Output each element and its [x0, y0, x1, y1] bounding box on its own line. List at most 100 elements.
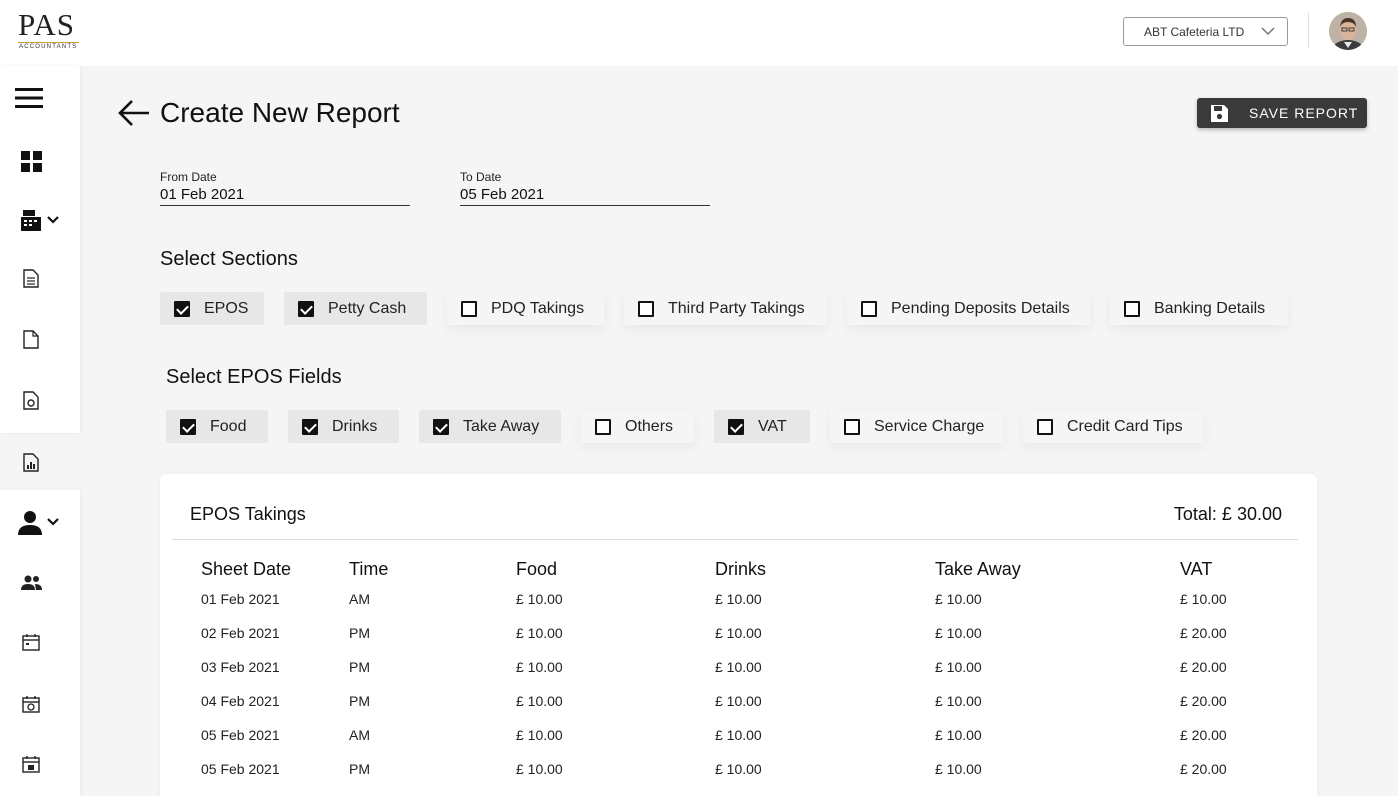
table-row: 01 Feb 2021 AM £ 10.00 £ 10.00 £ 10.00 £… — [160, 591, 1317, 625]
users-icon[interactable] — [20, 572, 42, 592]
checkbox-icon — [302, 418, 318, 435]
checkbox-icon — [861, 300, 877, 317]
to-date-label: To Date — [460, 170, 502, 184]
logo-underline — [18, 42, 79, 43]
cell-time: AM — [349, 727, 370, 743]
cell-time: PM — [349, 659, 370, 675]
save-icon — [1210, 104, 1229, 126]
chip-label: Service Charge — [874, 417, 985, 435]
table-row: 04 Feb 2021 PM £ 10.00 £ 10.00 £ 10.00 £… — [160, 693, 1317, 727]
chip-label: Third Party Takings — [668, 299, 805, 317]
chevron-down-icon — [1261, 24, 1275, 41]
field-credit-card-tips-checkbox[interactable]: Credit Card Tips — [1023, 410, 1203, 443]
to-date-field[interactable]: To Date 05 Feb 2021 — [460, 170, 710, 206]
column-header-take-away: Take Away — [935, 559, 1021, 579]
cell-food: £ 10.00 — [516, 693, 563, 709]
cell-vat: £ 20.00 — [1180, 727, 1227, 743]
to-date-input[interactable]: 05 Feb 2021 — [460, 186, 710, 206]
calendar-edit-icon[interactable] — [21, 754, 41, 774]
table-row: 05 Feb 2021 AM £ 10.00 £ 10.00 £ 10.00 £… — [160, 727, 1317, 761]
checkbox-icon — [174, 300, 190, 317]
logo[interactable]: PAS ACCOUNTANTS — [18, 7, 80, 54]
column-header-time: Time — [349, 559, 389, 579]
file-settings-icon[interactable] — [22, 390, 40, 410]
table-row: 05 Feb 2021 PM £ 10.00 £ 10.00 £ 10.00 £… — [160, 761, 1317, 795]
save-report-label: SAVE REPORT — [1249, 105, 1359, 121]
cell-food: £ 10.00 — [516, 625, 563, 641]
company-select[interactable]: ABT Cafeteria LTD — [1123, 17, 1288, 46]
cell-drinks: £ 10.00 — [715, 659, 762, 675]
cell-time: PM — [349, 625, 370, 641]
column-header-drinks: Drinks — [715, 559, 767, 579]
checkbox-icon — [728, 418, 744, 435]
logo-text: PAS — [18, 7, 76, 42]
select-epos-fields-title: Select EPOS Fields — [166, 366, 342, 388]
field-take-away-checkbox[interactable]: Take Away — [419, 410, 561, 443]
section-pending-deposits-checkbox[interactable]: Pending Deposits Details — [847, 292, 1090, 325]
chip-label: Take Away — [463, 417, 540, 435]
cell-vat: £ 20.00 — [1180, 693, 1227, 709]
section-banking-details-checkbox[interactable]: Banking Details — [1110, 292, 1288, 325]
save-report-button[interactable]: SAVE REPORT — [1197, 98, 1367, 128]
checkbox-icon — [595, 418, 611, 435]
field-others-checkbox[interactable]: Others — [581, 410, 694, 443]
user-icon[interactable] — [18, 510, 62, 536]
table-row: 03 Feb 2021 PM £ 10.00 £ 10.00 £ 10.00 £… — [160, 659, 1317, 693]
checkbox-icon — [844, 418, 860, 435]
section-pdq-takings-checkbox[interactable]: PDQ Takings — [447, 292, 604, 325]
column-header-vat: VAT — [1180, 559, 1213, 579]
cell-food: £ 10.00 — [516, 761, 563, 777]
chip-label: Petty Cash — [328, 299, 407, 317]
cell-sheet-date: 01 Feb 2021 — [201, 591, 280, 607]
cell-food: £ 10.00 — [516, 659, 563, 675]
cell-take-away: £ 10.00 — [935, 693, 982, 709]
section-petty-cash-checkbox[interactable]: Petty Cash — [284, 292, 427, 325]
chip-label: Others — [625, 417, 674, 435]
chip-label: EPOS — [204, 299, 249, 317]
dashboard-icon[interactable] — [20, 150, 42, 172]
sidebar-panel-primary — [0, 66, 80, 433]
section-third-party-takings-checkbox[interactable]: Third Party Takings — [624, 292, 827, 325]
section-epos-checkbox[interactable]: EPOS — [160, 292, 264, 325]
cell-take-away: £ 10.00 — [935, 727, 982, 743]
cash-register-icon[interactable] — [20, 208, 62, 232]
checkbox-icon — [1037, 418, 1053, 435]
cell-drinks: £ 10.00 — [715, 693, 762, 709]
chip-label: Drinks — [332, 417, 378, 435]
field-drinks-checkbox[interactable]: Drinks — [288, 410, 399, 443]
chip-label: Pending Deposits Details — [891, 299, 1070, 317]
cell-drinks: £ 10.00 — [715, 761, 762, 777]
cell-sheet-date: 03 Feb 2021 — [201, 659, 280, 675]
from-date-input[interactable]: 01 Feb 2021 — [160, 186, 410, 206]
file-icon[interactable] — [22, 329, 40, 349]
cell-vat: £ 20.00 — [1180, 625, 1227, 641]
document-icon[interactable] — [22, 268, 40, 288]
cell-vat: £ 20.00 — [1180, 659, 1227, 675]
cell-sheet-date: 02 Feb 2021 — [201, 625, 280, 641]
cell-drinks: £ 10.00 — [715, 625, 762, 641]
cell-take-away: £ 10.00 — [935, 625, 982, 641]
field-food-checkbox[interactable]: Food — [166, 410, 268, 443]
divider — [1308, 12, 1309, 48]
from-date-field[interactable]: From Date 01 Feb 2021 — [160, 170, 410, 206]
cell-food: £ 10.00 — [516, 591, 563, 607]
back-arrow-icon[interactable] — [118, 98, 150, 133]
checkbox-icon — [433, 418, 449, 435]
report-icon[interactable] — [22, 452, 40, 472]
calendar-icon[interactable] — [21, 632, 41, 652]
avatar[interactable] — [1329, 12, 1367, 50]
chip-label: Banking Details — [1154, 299, 1266, 317]
card-total: Total: £ 30.00 — [1173, 504, 1282, 524]
checkbox-icon — [180, 418, 196, 435]
chip-label: PDQ Takings — [491, 299, 585, 317]
menu-icon[interactable] — [14, 85, 44, 111]
cell-vat: £ 20.00 — [1180, 761, 1227, 777]
field-service-charge-checkbox[interactable]: Service Charge — [830, 410, 1003, 443]
checkbox-icon — [461, 300, 477, 317]
cell-time: PM — [349, 761, 370, 777]
calendar-clock-icon[interactable] — [21, 694, 41, 714]
top-bar: PAS ACCOUNTANTS ABT Cafeteria LTD — [0, 0, 1398, 66]
divider — [172, 539, 1298, 540]
epos-takings-card: EPOS Takings Total: £ 30.00 Sheet Date T… — [160, 474, 1317, 796]
field-vat-checkbox[interactable]: VAT — [714, 410, 810, 443]
